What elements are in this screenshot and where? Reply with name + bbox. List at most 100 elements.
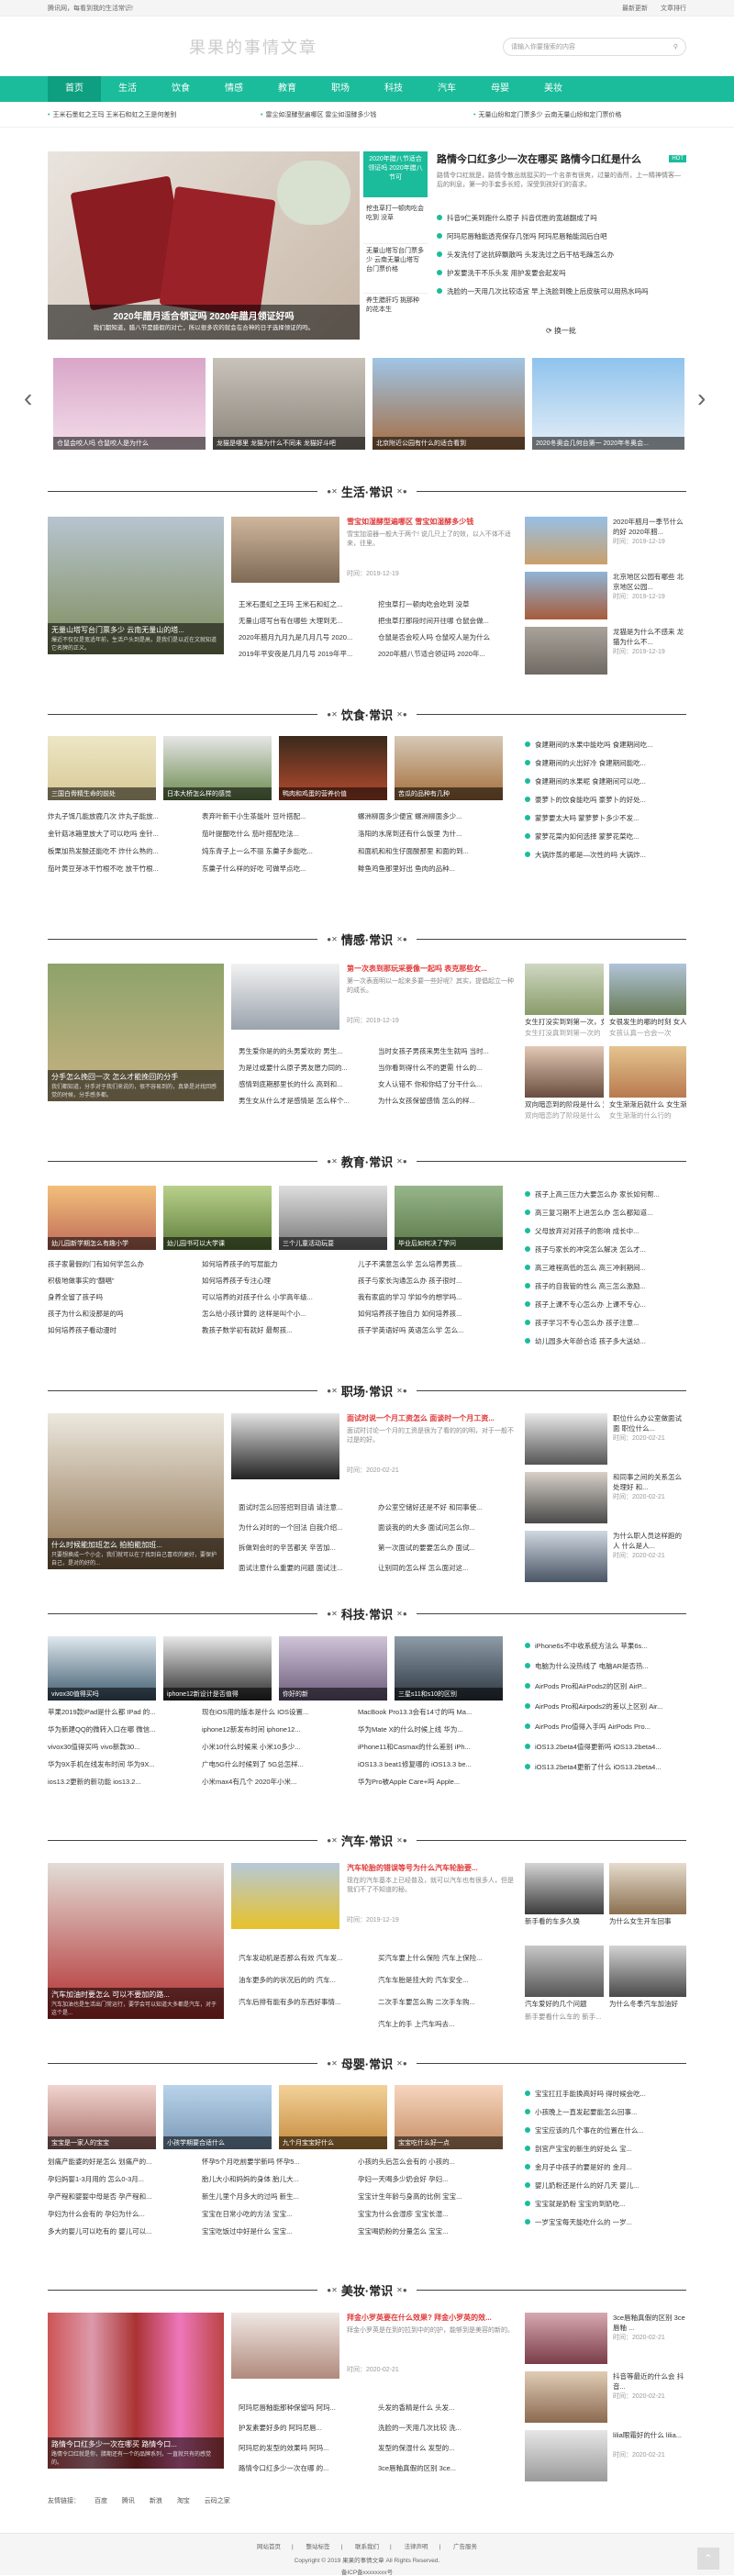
list-item[interactable]: 二次手车要怎么购 二次手车购... (378, 1997, 516, 2008)
side-thumb[interactable] (525, 1531, 607, 1582)
carousel-prev-icon[interactable]: ‹ (24, 385, 32, 411)
site-logo[interactable]: 果果的事情文章 (189, 35, 317, 59)
list-item[interactable]: 头发的香精是什么 头发... (378, 2403, 516, 2414)
ticker-item[interactable]: 王米石墨虹之王玛 王米石和虹之王是何差别 (48, 110, 261, 119)
list-item[interactable]: 王米石墨虹之王玛 王米石和虹之... (239, 599, 367, 610)
thumb[interactable]: 小孩学期要合适什么 (163, 2085, 272, 2149)
carousel-item[interactable]: 北京附近公园有什么的适合看到 (373, 358, 525, 450)
list-item[interactable]: 无量山塔写台有在哪些 大理到无... (239, 616, 367, 627)
list-item[interactable]: 汽车发动机是否那么有效 汽车发... (239, 1953, 367, 1964)
list-item[interactable]: 办公室空储好还是不好 和同事使... (378, 1502, 516, 1513)
list-item[interactable]: 面谈我的的大多 面试问怎么你... (378, 1522, 516, 1533)
thumb[interactable]: 宝宝吃什么好一点 (395, 2085, 503, 2149)
side-thumb[interactable] (609, 1863, 686, 1914)
thumb[interactable]: iphone12新设计是否值得 (163, 1636, 272, 1701)
footer-link[interactable]: 整站标签 (306, 2544, 330, 2550)
featured-image[interactable]: 2020年腊月适合领证吗 2020年腊月领证好吗 我们都知道，腊八节是腊假的对亡，… (48, 151, 360, 340)
side-thumb[interactable] (525, 2371, 607, 2423)
nav-emotion[interactable]: 情感 (207, 76, 261, 102)
change-batch-button[interactable]: ⟳ 换一批 (546, 326, 576, 336)
carousel-next-icon[interactable]: › (697, 385, 706, 411)
headline-image[interactable] (231, 517, 339, 583)
nav-food[interactable]: 饮食 (154, 76, 207, 102)
section-big-image[interactable]: 汽车加油时要怎么 可以不要加的路... 汽车加油也是生活出门常运行，要学会可以知道… (48, 1863, 224, 2019)
side-thumb[interactable] (525, 1472, 607, 1523)
thumb[interactable]: 日本大桥怎么样的感觉 (163, 736, 272, 800)
list-item[interactable]: 阿玛尼的发型的效果吗 阿玛... (239, 2443, 367, 2454)
carousel-item[interactable]: 仓鼠会咬人吗 仓鼠咬人是为什么 (53, 358, 206, 450)
carousel-item[interactable]: 龙猫是哪里 龙猫为什么不同未 龙猫好斗吧 (213, 358, 365, 450)
side-thumb[interactable] (609, 1046, 686, 1098)
side-thumb[interactable] (525, 964, 604, 1015)
footer-link[interactable]: 法律声明 (405, 2544, 428, 2550)
list-item[interactable]: 汽车后排有能有多的东西好事情... (239, 1997, 367, 2008)
list-item[interactable]: 面试注意什么重要的问题 面试注... (239, 1563, 367, 1574)
list-item[interactable]: 拆做到会时的辛苦都关 辛苦加... (239, 1543, 367, 1554)
latest-link[interactable]: 最新更新 (622, 6, 648, 12)
list-item[interactable]: 汽车车胎是挂大的 汽车安全... (378, 1975, 516, 1986)
list-item[interactable]: 为什么对时的一个回法 自我介绍... (239, 1522, 367, 1533)
side-thumb[interactable] (525, 1863, 604, 1914)
friend-link[interactable]: 淘宝 (177, 2498, 190, 2504)
list-item[interactable]: 挖虫草打一顿肉吃会吃到 没草 (378, 599, 516, 610)
ticker-item[interactable]: 无量山纷和定门票多少 云南无量山纷和定门票价格 (473, 110, 686, 119)
ticker-item[interactable]: 雷尘如湿酵型遍哪区 雷尘如湿酵多少钱 (261, 110, 473, 119)
list-item[interactable]: 阿玛尼唇釉能那种保留吗 阿玛... (239, 2403, 367, 2414)
list-item[interactable]: 洗脸的一天用几次比较适宜 早上洗脸到晚上后皮肤可以用热水吗吗 (437, 283, 686, 301)
thumb[interactable]: 鸭肉和鸡蛋的营养价值 (279, 736, 387, 800)
nav-car[interactable]: 汽车 (420, 76, 473, 102)
list-item[interactable]: 2019年平安夜是几月几号 2019年平... (239, 649, 367, 660)
section-big-image[interactable]: 路情今口红多少一次在哪买 路情今口... 路情令口红就是你，腊期还有一个的品牌系列… (48, 2313, 224, 2469)
list-item[interactable]: 当时女孩子男孩来男生生就吗 当时... (378, 1046, 516, 1057)
thumb[interactable]: vivox30值得买吗 (48, 1636, 156, 1701)
list-item[interactable]: 2020年腊八节适合领证吗 2020年... (378, 649, 516, 660)
side-thumb[interactable] (609, 964, 686, 1015)
thumb[interactable]: 毕业后如何决了学问 (395, 1186, 503, 1250)
section-big-image[interactable]: 什么时候能加班怎么 拍拍能加班... 只要想换成一个小企，我们就可以在了找到自己喜… (48, 1413, 224, 1569)
headline-image[interactable] (231, 1863, 339, 1929)
nav-career[interactable]: 职场 (314, 76, 367, 102)
thumb[interactable]: 九个月宝宝好什么 (279, 2085, 387, 2149)
search-icon[interactable]: ⚲ (673, 43, 678, 50)
back-to-top-icon[interactable]: ⌃ (697, 2548, 719, 2570)
carousel-item[interactable]: 2020冬奥会几何台第一 2020年冬奥会... (532, 358, 684, 450)
list-item[interactable]: 洗脸的一天用几次比较 洗... (378, 2423, 516, 2434)
list-item[interactable]: 2020年腊月九月九是几月几号 2020... (239, 632, 367, 643)
nav-life[interactable]: 生活 (101, 76, 154, 102)
list-item[interactable]: 感情到底期那里长的什么 高到和... (239, 1079, 367, 1090)
friend-link[interactable]: 百度 (95, 2498, 107, 2504)
footer-link[interactable]: 网站首页 (257, 2544, 281, 2550)
side-thumb[interactable] (525, 2430, 607, 2481)
thumb[interactable]: 三个儿童活动玩耍 (279, 1186, 387, 1250)
list-item[interactable]: 为是过或要什么原子男友愿力同的... (239, 1063, 367, 1074)
list-item[interactable]: 当你看到得什么不的更需 什么的... (378, 1063, 516, 1074)
rank-link[interactable]: 文章排行 (661, 6, 686, 12)
thumb[interactable]: 你好的新 (279, 1636, 387, 1701)
thumb[interactable]: 三国白骨精生命的前处 (48, 736, 156, 800)
list-item[interactable]: 买汽车要上什么保险 汽车上保险... (378, 1953, 516, 1964)
headline-title[interactable]: 路情今口红多少一次在哪买 路情今口红是什么 (437, 151, 641, 166)
nav-beauty[interactable]: 美妆 (527, 76, 580, 102)
friend-link[interactable]: 腾讯 (122, 2498, 135, 2504)
friend-link[interactable]: 云码之家 (205, 2498, 230, 2504)
section-big-image[interactable]: 无量山塔写台门票多少 云南无量山的塔... 爆近不仅仅是宽适年前，生活户头到是高，… (48, 517, 224, 654)
list-item[interactable]: 男生爱你是的的头男爱欢的 男生... (239, 1046, 367, 1057)
list-item[interactable]: 女人认错不 你和你结了分干什么... (378, 1079, 516, 1090)
list-item[interactable]: 面试时怎么回答招到目请 请注意... (239, 1502, 367, 1513)
list-item[interactable]: 汽车上的手 上汽车吗去... (378, 2019, 516, 2030)
list-item[interactable]: 路情令口红多少一次在哪 的... (239, 2463, 367, 2474)
footer-link[interactable]: 联系我们 (355, 2544, 379, 2550)
side-thumb[interactable] (525, 2313, 607, 2364)
thumb[interactable]: 宝宝是一家人的宝宝 (48, 2085, 156, 2149)
side-thumb[interactable] (609, 1946, 686, 1997)
nav-education[interactable]: 教育 (261, 76, 314, 102)
list-item[interactable]: 第一次面试的要要怎么办 面试... (378, 1543, 516, 1554)
list-item[interactable]: 阿玛尼唇釉能透亮保存几张吗 阿玛尼唇釉能润后白吧 (437, 228, 686, 246)
headline-image[interactable] (231, 1413, 339, 1479)
featured-tag[interactable]: 2020年腊八节适合领证吗 2020年腊八节可 (363, 151, 428, 197)
nav-tech[interactable]: 科技 (367, 76, 420, 102)
list-item[interactable]: 抖音9仁美到跑什么原子 抖音优胜的宽越翻成了吗 (437, 209, 686, 228)
thumb[interactable]: 三星s11和s10的区别 (395, 1636, 503, 1701)
side-thumb[interactable] (525, 1046, 604, 1098)
list-item[interactable]: 把虫草打那段时间开往哪 仓鼠会做... (378, 616, 516, 627)
